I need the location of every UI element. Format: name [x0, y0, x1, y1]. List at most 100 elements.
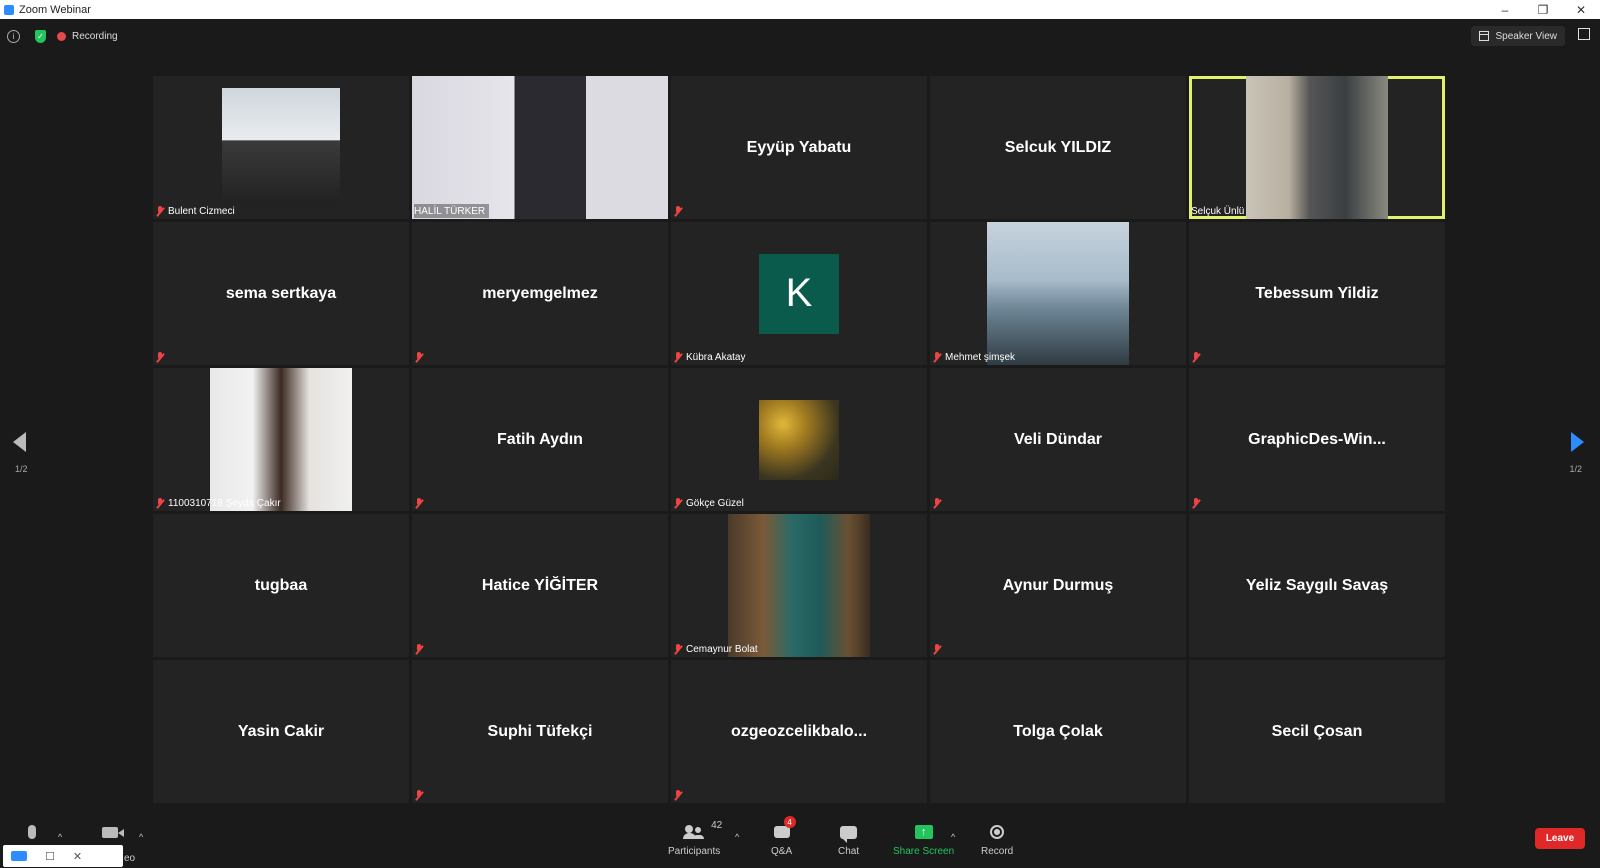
participant-display-name: GraphicDes-Win... [1248, 430, 1386, 448]
gallery-grid: Bulent Cizmeci HALİL TÜRKER Eyyüp Yabatu… [153, 76, 1448, 812]
qa-icon [773, 826, 790, 838]
camera-icon [102, 826, 124, 838]
participant-tile-active-speaker[interactable]: Selçuk Ünlü [1189, 76, 1445, 219]
window-titlebar: Zoom Webinar – ❐ ✕ [0, 0, 1600, 19]
participant-display-name: Aynur Durmuş [1002, 576, 1114, 594]
participant-name: Gökçe Güzel [686, 497, 744, 509]
mic-muted-icon [155, 351, 165, 363]
participant-tile[interactable]: Selcuk YILDIZ [930, 76, 1186, 219]
record-button[interactable]: Record [981, 822, 1013, 857]
participant-tile[interactable]: Hatice YİĞİTER [412, 514, 668, 657]
participant-video [412, 76, 668, 219]
recording-label: Recording [72, 30, 118, 42]
participant-tile[interactable]: Yeliz Saygılı Savaş [1189, 514, 1445, 657]
participant-label: Cemaynur Bolat [673, 642, 762, 656]
fullscreen-icon[interactable] [1578, 28, 1590, 40]
mic-muted-icon [414, 351, 424, 363]
participant-label: Gökçe Güzel [673, 496, 748, 510]
participant-label: 1100310718 Şeyda Çakır [155, 496, 285, 510]
participants-options-caret[interactable]: ^ [735, 832, 739, 842]
meeting-topbar: i ✓ Recording Speaker View [0, 19, 1600, 53]
participant-display-name: Hatice YİĞİTER [481, 576, 599, 594]
restore-button[interactable]: ❐ [1524, 0, 1562, 19]
participant-label [414, 350, 431, 364]
participant-label: Selçuk Ünlü [1191, 204, 1248, 218]
profile-photo [759, 399, 839, 480]
minimized-video-window[interactable]: ☐ ✕ [3, 845, 123, 867]
window-title: Zoom Webinar [19, 3, 91, 16]
share-screen-icon: ↑ [914, 825, 933, 839]
participant-display-name: Tolga Çolak [1013, 722, 1103, 740]
video-button[interactable] [102, 822, 124, 842]
share-screen-label: Share Screen [893, 846, 955, 857]
qa-button[interactable]: 4 Q&A [771, 816, 796, 857]
participant-tile[interactable]: tugbaa [153, 514, 409, 657]
mic-muted-icon [932, 497, 942, 509]
participant-tile[interactable]: Yasin Cakir [153, 660, 409, 803]
participant-tile[interactable]: Tolga Çolak [930, 660, 1186, 803]
page-indicator-left: 1/2 [15, 464, 28, 474]
restore-icon[interactable]: ☐ [45, 850, 55, 863]
participants-label: Participants [668, 846, 721, 857]
minimize-button[interactable]: – [1486, 0, 1524, 19]
zoom-app-icon [4, 4, 14, 15]
participant-tile[interactable]: GraphicDes-Win... [1189, 368, 1445, 511]
participant-name: 1100310718 Şeyda Çakır [168, 497, 281, 509]
chat-label: Chat [838, 846, 860, 857]
participant-label: HALİL TÜRKER [414, 204, 490, 218]
participant-tile[interactable]: Eyyüp Yabatu [671, 76, 927, 219]
mic-muted-icon [155, 497, 165, 509]
participants-icon [683, 825, 705, 839]
participant-display-name: Selcuk YILDIZ [1004, 138, 1112, 156]
info-icon[interactable]: i [7, 29, 20, 43]
participant-tile[interactable]: Mehmet şimşek [930, 222, 1186, 365]
participant-tile[interactable]: K Kübra Akatay [671, 222, 927, 365]
mic-muted-icon [673, 351, 683, 363]
participant-tile[interactable]: ozgeozcelikbalo... [671, 660, 927, 803]
share-screen-button[interactable]: ↑ Share Screen [893, 822, 954, 857]
participant-tile[interactable]: Veli Dündar [930, 368, 1186, 511]
previous-page-arrow-icon[interactable] [13, 432, 26, 452]
participant-tile[interactable]: sema sertkaya [153, 222, 409, 365]
participant-tile[interactable]: Suphi Tüfekçi [412, 660, 668, 803]
participant-tile[interactable]: meryemgelmez [412, 222, 668, 365]
participant-tile[interactable]: Cemaynur Bolat [671, 514, 927, 657]
leave-button[interactable]: Leave [1535, 828, 1585, 849]
close-button[interactable]: ✕ [1562, 0, 1600, 19]
window-controls: – ❐ ✕ [1486, 0, 1600, 19]
video-options-caret[interactable]: ^ [139, 832, 143, 842]
mic-muted-icon [1191, 351, 1201, 363]
participant-tile[interactable]: Tebessum Yildiz [1189, 222, 1445, 365]
participant-tile[interactable]: HALİL TÜRKER [412, 76, 668, 219]
participant-label [932, 642, 949, 656]
mute-button[interactable] [28, 822, 36, 842]
participant-display-name: Secil Çosan [1271, 722, 1363, 740]
shield-icon[interactable]: ✓ [35, 29, 46, 43]
audio-options-caret[interactable]: ^ [58, 832, 62, 842]
participant-label [1191, 350, 1208, 364]
participant-tile[interactable]: Bulent Cizmeci [153, 76, 409, 219]
participant-tile[interactable]: Gökçe Güzel [671, 368, 927, 511]
share-options-caret[interactable]: ^ [951, 832, 955, 842]
close-icon[interactable]: ✕ [73, 850, 82, 863]
participant-tile[interactable]: Aynur Durmuş [930, 514, 1186, 657]
participant-video [728, 514, 870, 657]
recording-indicator[interactable]: Recording [57, 31, 118, 42]
next-page-arrow-icon[interactable] [1571, 432, 1584, 452]
zoom-app-icon [11, 851, 27, 861]
participant-label [155, 350, 172, 364]
participants-button[interactable]: 42 Participants [668, 820, 722, 857]
participant-tile[interactable]: Fatih Aydın [412, 368, 668, 511]
participant-tile[interactable]: 1100310718 Şeyda Çakır [153, 368, 409, 511]
video-label-partial: eo [124, 853, 136, 864]
participant-video [1246, 76, 1388, 219]
meeting-toolbar: ^ ^ 42 Participants ^ 4 Q&A Chat ↑ Share… [0, 816, 1600, 868]
mic-muted-icon [414, 643, 424, 655]
chat-button[interactable]: Chat [838, 822, 859, 857]
participant-tile[interactable]: Secil Çosan [1189, 660, 1445, 803]
participant-name: Bulent Cizmeci [168, 205, 235, 217]
participant-display-name: Tebessum Yildiz [1255, 284, 1379, 302]
speaker-view-button[interactable]: Speaker View [1471, 26, 1565, 46]
mic-muted-icon [673, 643, 683, 655]
participant-label [414, 496, 431, 510]
